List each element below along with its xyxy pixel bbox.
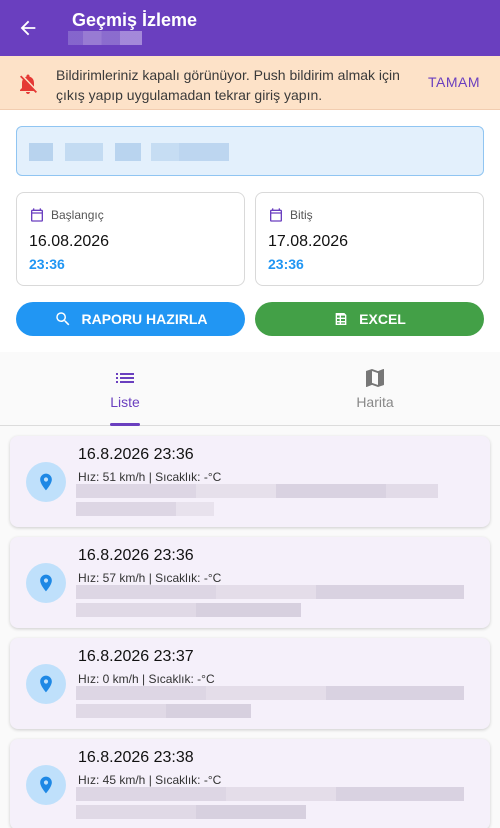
tab-map-label: Harita bbox=[356, 394, 394, 410]
prepare-report-label: RAPORU HAZIRLA bbox=[81, 311, 208, 327]
active-tab-indicator bbox=[110, 423, 140, 426]
device-select-field[interactable] bbox=[16, 126, 484, 176]
record-datetime: 16.8.2026 23:37 bbox=[78, 648, 194, 665]
redacted-address bbox=[76, 585, 466, 625]
location-pin-icon bbox=[40, 574, 52, 592]
start-time-value: 23:36 bbox=[29, 256, 65, 272]
prepare-report-button[interactable]: RAPORU HAZIRLA bbox=[16, 302, 245, 336]
list-item[interactable]: 16.8.2026 23:36 Hız: 57 km/h | Sıcaklık:… bbox=[10, 537, 490, 628]
page-title: Geçmiş İzleme bbox=[72, 10, 198, 30]
location-pin-badge bbox=[26, 563, 66, 603]
search-icon bbox=[55, 312, 69, 326]
start-date-card[interactable]: Başlangıç 16.08.2026 23:36 bbox=[16, 192, 245, 286]
list-item[interactable]: 16.8.2026 23:36 Hız: 51 km/h | Sıcaklık:… bbox=[10, 436, 490, 527]
calendar-icon bbox=[270, 208, 282, 222]
record-speed-temp: Hız: 51 km/h | Sıcaklık: -°C bbox=[78, 470, 222, 484]
app-bar: Geçmiş İzleme bbox=[0, 0, 500, 56]
location-pin-icon bbox=[40, 473, 52, 491]
location-pin-icon bbox=[40, 776, 52, 794]
map-icon bbox=[366, 369, 384, 387]
redacted-address bbox=[76, 686, 466, 726]
location-pin-icon bbox=[40, 675, 52, 693]
tab-list-label: Liste bbox=[110, 394, 140, 410]
start-date-value: 16.08.2026 bbox=[29, 233, 110, 250]
location-pin-badge bbox=[26, 462, 66, 502]
banner-message: Bildirimleriniz kapalı görünüyor. Push b… bbox=[56, 67, 400, 103]
redacted-address bbox=[76, 787, 466, 827]
excel-export-button[interactable]: EXCEL bbox=[255, 302, 484, 336]
tab-map[interactable]: Harita bbox=[250, 352, 500, 426]
redacted-device-name bbox=[29, 143, 53, 161]
end-date-label: Bitiş bbox=[290, 208, 313, 222]
tab-list[interactable]: Liste bbox=[0, 352, 250, 426]
record-datetime: 16.8.2026 23:36 bbox=[78, 547, 194, 564]
end-date-card[interactable]: Bitiş 17.08.2026 23:36 bbox=[255, 192, 484, 286]
location-pin-badge bbox=[26, 664, 66, 704]
back-button[interactable] bbox=[8, 8, 48, 48]
location-pin-badge bbox=[26, 765, 66, 805]
list-icon bbox=[116, 373, 134, 383]
record-speed-temp: Hız: 57 km/h | Sıcaklık: -°C bbox=[78, 571, 222, 585]
notifications-off-icon bbox=[20, 74, 37, 94]
notification-banner: Bildirimleriniz kapalı görünüyor. Push b… bbox=[0, 56, 500, 110]
history-tracking-screen: Geçmiş İzleme Bildirimleriniz kapalı gör… bbox=[0, 0, 500, 828]
redacted-subtitle bbox=[68, 31, 142, 45]
end-time-value: 23:36 bbox=[268, 256, 304, 272]
record-datetime: 16.8.2026 23:38 bbox=[78, 749, 194, 766]
banner-ok-button[interactable]: TAMAM bbox=[428, 74, 480, 90]
redacted-address bbox=[76, 484, 466, 524]
table-icon bbox=[335, 313, 347, 325]
calendar-icon bbox=[31, 208, 43, 222]
record-speed-temp: Hız: 0 km/h | Sıcaklık: -°C bbox=[78, 672, 215, 686]
end-date-value: 17.08.2026 bbox=[268, 233, 349, 250]
view-tabs: Liste Harita bbox=[0, 352, 500, 426]
start-date-label: Başlangıç bbox=[51, 208, 104, 222]
list-item[interactable]: 16.8.2026 23:38 Hız: 45 km/h | Sıcaklık:… bbox=[10, 739, 490, 828]
list-item[interactable]: 16.8.2026 23:37 Hız: 0 km/h | Sıcaklık: … bbox=[10, 638, 490, 729]
record-speed-temp: Hız: 45 km/h | Sıcaklık: -°C bbox=[78, 773, 222, 787]
arrow-back-icon bbox=[20, 20, 36, 36]
record-datetime: 16.8.2026 23:36 bbox=[78, 446, 194, 463]
excel-export-label: EXCEL bbox=[359, 311, 406, 327]
